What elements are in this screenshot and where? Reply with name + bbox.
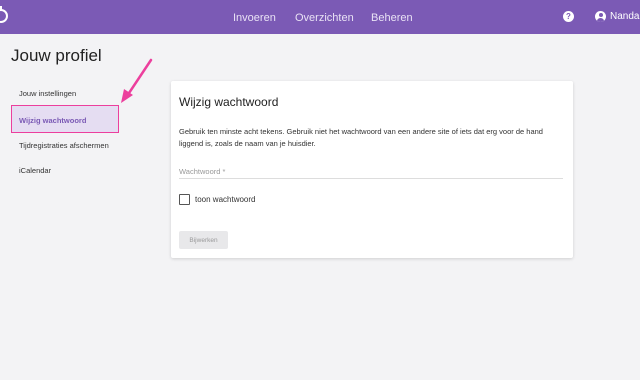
sidebar-item-tijdregistraties-afschermen[interactable]: Tijdregistraties afschermen (19, 141, 109, 150)
change-password-card: Wijzig wachtwoord Gebruik ten minste ach… (171, 81, 573, 258)
nav-beheren[interactable]: Beheren (371, 12, 413, 24)
sidebar-item-icalendar[interactable]: iCalendar (19, 166, 51, 175)
show-password-label: toon wachtwoord (195, 195, 256, 204)
password-field[interactable] (179, 165, 563, 179)
user-avatar-icon (595, 11, 606, 22)
show-password-checkbox[interactable] (179, 194, 190, 205)
top-bar: Invoeren Overzichten Beheren ? Nanda (0, 0, 640, 34)
nav-overzichten[interactable]: Overzichten (295, 12, 354, 24)
user-name: Nanda (610, 11, 640, 22)
sidebar-item-jouw-instellingen[interactable]: Jouw instellingen (19, 89, 76, 98)
help-icon[interactable]: ? (563, 11, 574, 22)
submit-button[interactable]: Bijwerken (179, 231, 228, 249)
page-title: Jouw profiel (11, 46, 102, 65)
card-description: Gebruik ten minste acht tekens. Gebruik … (179, 127, 543, 148)
card-title: Wijzig wachtwoord (179, 95, 279, 109)
sidebar-item-wijzig-wachtwoord[interactable]: Wijzig wachtwoord (19, 116, 86, 125)
annotation-arrow-icon (121, 58, 153, 103)
nav-invoeren[interactable]: Invoeren (233, 12, 276, 24)
stopwatch-logo-icon[interactable] (0, 6, 8, 23)
